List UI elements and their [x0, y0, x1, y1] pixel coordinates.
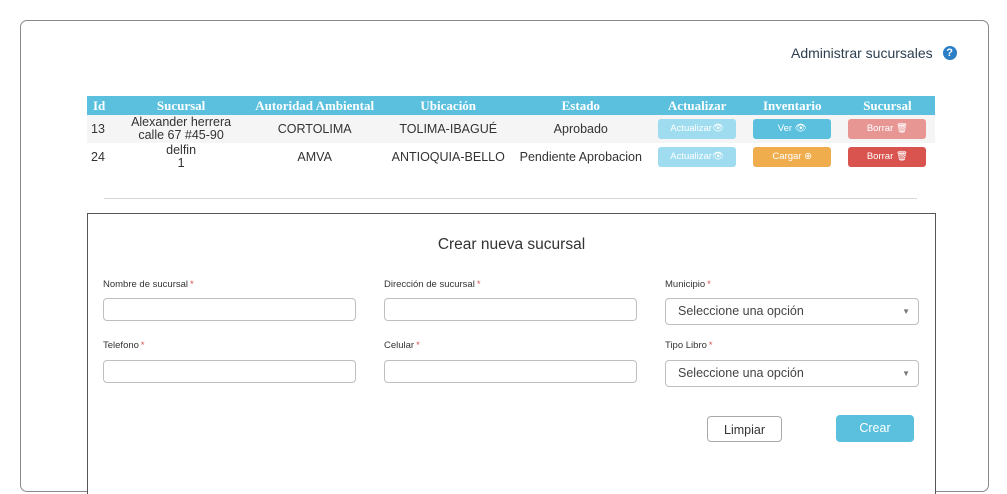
borrar-button[interactable]: Borrar 🗑 [848, 147, 927, 167]
tipo-libro-value: Seleccione una opción [678, 366, 804, 380]
cell-actualizar: Actualizar👁 [649, 143, 745, 171]
eye-icon: 👁 [794, 123, 807, 134]
section-divider [104, 198, 917, 199]
create-sucursal-form: Crear nueva sucursal Nombre de sucursal *… [87, 213, 936, 494]
col-autoridad: Autoridad Ambiental [244, 96, 385, 115]
cell-inventario: Cargar ⊕ [744, 143, 840, 171]
tipo-libro-select[interactable]: Seleccione una opción ▼ [665, 360, 919, 387]
cell-actualizar: Actualizar👁 [649, 115, 745, 143]
table-row: 13 Alexander herrera calle 67 #45-90 COR… [87, 115, 935, 143]
celular-input[interactable] [384, 360, 637, 383]
cell-estado: Pendiente Aprobacion [511, 143, 650, 171]
borrar-label: Borrar [866, 151, 894, 162]
tipo-libro-label: Tipo Libro * [665, 340, 713, 351]
ver-label: Ver [777, 123, 793, 134]
required-mark: * [190, 279, 194, 290]
caret-down-icon: ▼ [902, 307, 910, 316]
trash-icon: 🗑 [895, 123, 908, 134]
celular-label-text: Celular [384, 340, 415, 351]
actualizar-button[interactable]: Actualizar👁 [658, 147, 737, 167]
required-mark: * [416, 340, 420, 351]
col-inventario: Inventario [744, 96, 840, 115]
plus-circle-icon: ⊕ [804, 151, 813, 162]
celular-label: Celular * [384, 340, 420, 351]
admin-sucursales-link[interactable]: Administrar sucursales ? [791, 45, 957, 61]
direccion-input[interactable] [384, 298, 637, 321]
required-mark: * [707, 279, 711, 290]
cell-id: 24 [87, 143, 118, 171]
limpiar-button[interactable]: Limpiar [707, 416, 782, 442]
nombre-input[interactable] [103, 298, 356, 321]
required-mark: * [140, 340, 145, 351]
col-sucursal: Sucursal [117, 96, 245, 115]
cell-sucursal: Alexander herrera calle 67 #45-90 [117, 115, 245, 143]
col-ubicacion: Ubicación [384, 96, 512, 115]
cell-sucursal: delfin 1 [117, 143, 245, 171]
cell-ubicacion: TOLIMA-IBAGUÉ [384, 115, 512, 143]
cargar-label: Cargar [772, 151, 802, 162]
cell-borrar: Borrar 🗑 [839, 115, 935, 143]
cell-estado: Aprobado [511, 115, 650, 143]
sucursales-table: Id Sucursal Autoridad Ambiental Ubicació… [87, 96, 935, 171]
nombre-label-text: Nombre de sucursal [103, 279, 189, 290]
tipo-libro-label-text: Tipo Libro [665, 340, 707, 351]
eye-icon: 👁 [711, 123, 725, 134]
form-title: Crear nueva sucursal [437, 236, 586, 253]
actualizar-label: Actualizar [670, 123, 712, 134]
col-estado: Estado [511, 96, 650, 115]
table-header-row: Id Sucursal Autoridad Ambiental Ubicació… [87, 96, 935, 115]
telefono-input[interactable] [103, 360, 356, 383]
required-mark: * [708, 340, 713, 351]
sucursal-address: 1 [177, 156, 185, 170]
actualizar-button[interactable]: Actualizar👁 [658, 119, 737, 139]
eye-icon: 👁 [711, 151, 725, 162]
help-icon[interactable]: ? [942, 46, 957, 60]
col-actualizar: Actualizar [649, 96, 745, 115]
municipio-value: Seleccione una opción [678, 304, 804, 318]
borrar-button[interactable]: Borrar 🗑 [848, 119, 927, 139]
cell-autoridad: AMVA [244, 143, 385, 171]
nombre-label: Nombre de sucursal * [103, 279, 194, 290]
sucursal-address: calle 67 #45-90 [138, 128, 224, 142]
telefono-label: Telefono * [103, 340, 145, 351]
cell-inventario: Ver 👁 [744, 115, 840, 143]
cell-borrar: Borrar 🗑 [839, 143, 935, 171]
table-row: 24 delfin 1 AMVA ANTIOQUIA-BELLO Pendien… [87, 143, 935, 171]
ver-button[interactable]: Ver 👁 [753, 119, 832, 139]
direccion-label-text: Dirección de sucursal [384, 279, 475, 290]
crear-button[interactable]: Crear [836, 415, 914, 442]
telefono-label-text: Telefono [103, 340, 139, 351]
cell-id: 13 [87, 115, 118, 143]
required-mark: * [476, 279, 481, 290]
direccion-label: Dirección de sucursal * [384, 279, 481, 290]
admin-sucursales-label: Administrar sucursales [791, 45, 933, 61]
municipio-label: Municipio * [665, 279, 711, 290]
caret-down-icon: ▼ [902, 369, 910, 378]
cell-ubicacion: ANTIOQUIA-BELLO [384, 143, 512, 171]
cell-autoridad: CORTOLIMA [244, 115, 385, 143]
col-id: Id [87, 96, 118, 115]
municipio-select[interactable]: Seleccione una opción ▼ [665, 298, 919, 325]
cargar-button[interactable]: Cargar ⊕ [753, 147, 832, 167]
col-sucursal-actions: Sucursal [839, 96, 935, 115]
trash-icon: 🗑 [895, 151, 908, 162]
municipio-label-text: Municipio [665, 279, 706, 290]
actualizar-label: Actualizar [670, 151, 712, 162]
borrar-label: Borrar [866, 123, 894, 134]
